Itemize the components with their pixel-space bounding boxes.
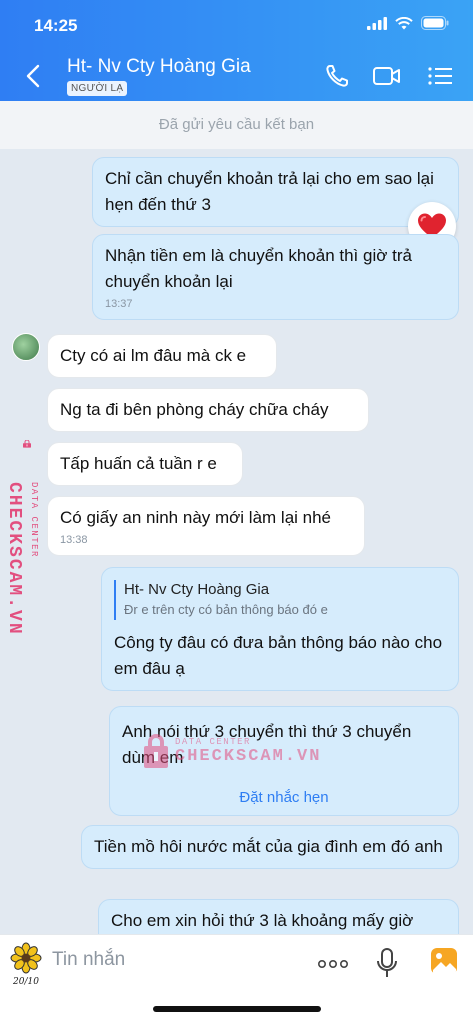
message-incoming[interactable]: Tấp huấn cả tuần r e [47,442,243,486]
quote-text: Đr e trên cty có bản thông báo đó e [124,602,328,617]
checkscam-lock-logo [23,440,31,448]
set-reminder-link[interactable]: Đặt nhắc hẹn [122,789,446,807]
microphone-icon[interactable] [376,947,398,979]
message-text: Ng ta đi bên phòng cháy chữa cháy [60,400,329,419]
message-text: Cty có ai lm đâu mà ck e [60,346,247,365]
quoted-message[interactable]: Ht- Nv Cty Hoàng Gia Đr e trên cty có bả… [114,580,446,620]
wifi-icon [395,16,413,29]
contact-name[interactable]: Ht- Nv Cty Hoàng Gia [67,56,251,78]
back-icon[interactable] [18,60,48,92]
chat-header: 14:25 Ht- Nv Cty Hoàng Gia NGƯỜI LẠ [0,0,473,101]
message-outgoing-reply[interactable]: Ht- Nv Cty Hoàng Gia Đr e trên cty có bả… [101,567,459,691]
friend-request-status: Đã gửi yêu cầu kết bạn [0,101,473,149]
message-time: 13:37 [105,298,133,310]
message-outgoing[interactable]: Nhận tiền em là chuyển khoản thì giờ trả… [92,234,459,320]
message-text: Công ty đâu có đưa bản thông báo nào cho… [114,633,443,678]
watermark-center: DATA CENTER CHECKSCAM.VN [143,733,321,769]
message-text: Tấp huấn cả tuần r e [60,454,217,473]
watermark-main: CHECKSCAM.VN [175,746,322,766]
phone-icon[interactable] [323,62,353,90]
sticker-icon[interactable]: 20/10 [8,942,44,986]
contact-avatar[interactable] [12,333,40,361]
message-incoming[interactable]: Có giấy an ninh này mới làm lại nhé 13:3… [47,496,365,556]
status-icons [367,16,449,30]
message-text: Tiền mồ hôi nước mắt của gia đình em đó … [94,837,443,856]
message-text: Có giấy an ninh này mới làm lại nhé [60,508,332,527]
watermark-sub: DATA CENTER [175,736,251,747]
stranger-badge: NGƯỜI LẠ [67,81,128,96]
message-text: Nhận tiền em là chuyển khoản thì giờ trả… [105,246,412,291]
sticker-label: 20/10 [12,977,39,986]
video-call-icon[interactable] [372,62,402,90]
message-text: Cho em xin hỏi thứ 3 là khoảng mấy giờ [111,911,414,930]
quote-author: Ht- Nv Cty Hoàng Gia [124,581,270,598]
message-text: Chỉ cần chuyển khoản trả lại cho em sao … [105,169,434,214]
image-gallery-icon[interactable] [430,947,458,975]
lock-icon [144,734,168,768]
battery-icon [421,16,449,30]
watermark-sub: DATA CENTER [29,482,39,558]
message-incoming[interactable]: Ng ta đi bên phòng cháy chữa cháy [47,388,369,432]
message-outgoing[interactable]: Chỉ cần chuyển khoản trả lại cho em sao … [92,157,459,227]
message-input[interactable]: Tin nhắn [52,949,125,971]
menu-list-icon[interactable] [426,62,456,90]
message-time: 13:38 [60,534,88,546]
message-outgoing[interactable]: Tiền mồ hôi nước mắt của gia đình em đó … [81,825,459,869]
signal-icon [367,16,387,30]
status-time: 14:25 [34,16,78,35]
more-options-icon[interactable] [317,959,349,969]
home-indicator [153,1006,321,1012]
watermark-main: CHECKSCAM.VN [4,482,24,636]
message-incoming[interactable]: Cty có ai lm đâu mà ck e [47,334,277,378]
